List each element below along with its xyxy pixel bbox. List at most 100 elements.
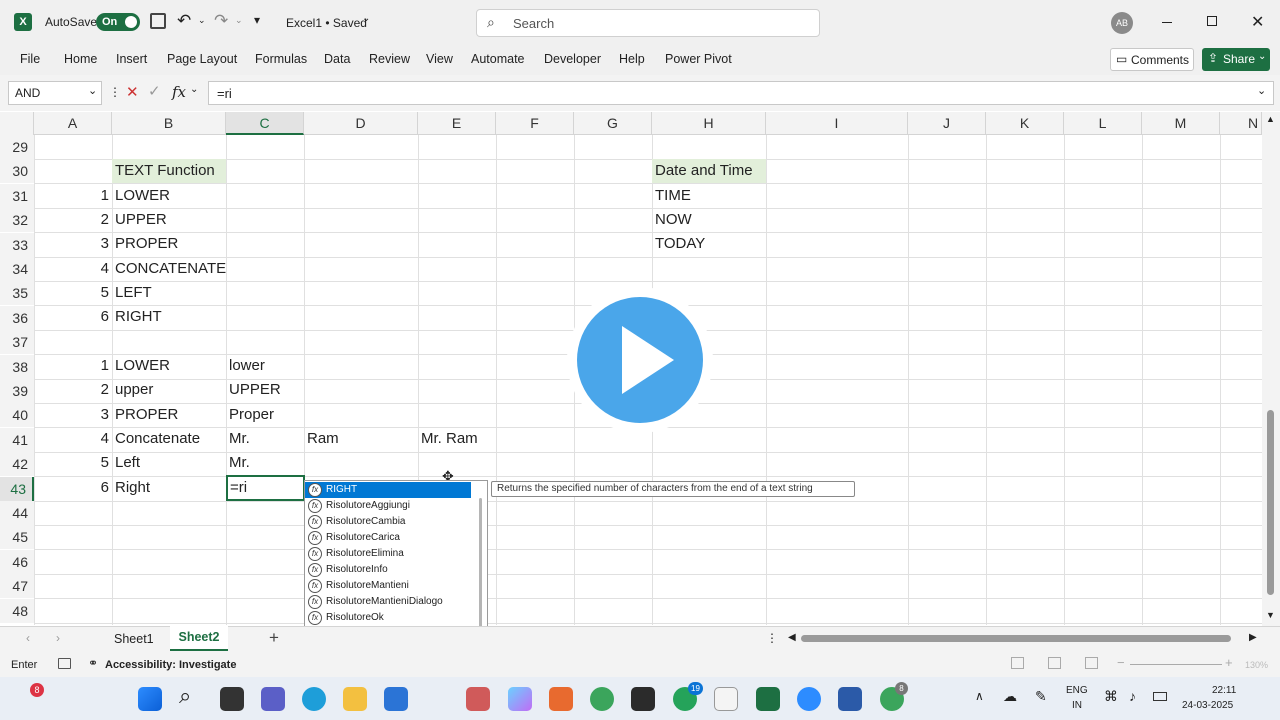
menu-insert[interactable]: Insert: [116, 52, 147, 66]
minimize-icon[interactable]: [1162, 22, 1172, 23]
autocomplete-item[interactable]: fx RisolutoreOk: [305, 610, 471, 626]
mail-icon[interactable]: [384, 687, 408, 711]
word-icon[interactable]: [838, 687, 862, 711]
cell-a31[interactable]: 1: [34, 184, 109, 208]
add-sheet-button[interactable]: +: [269, 628, 279, 648]
scroll-right-icon[interactable]: ▶: [1249, 632, 1257, 643]
cell-b38[interactable]: LOWER: [115, 354, 170, 378]
active-cell-c43[interactable]: =ri: [226, 475, 305, 501]
autocomplete-scrollbar[interactable]: [479, 498, 482, 633]
cell-a43[interactable]: 6: [34, 476, 109, 500]
next-sheet-icon[interactable]: ›: [56, 631, 60, 645]
cell-a38[interactable]: 1: [34, 354, 109, 378]
cell-b33[interactable]: PROPER: [115, 232, 178, 256]
restore-icon[interactable]: [1207, 16, 1217, 26]
fx-dropdown-icon[interactable]: ⌄: [190, 84, 198, 95]
cell-h33[interactable]: TODAY: [655, 232, 705, 256]
confirm-entry-icon[interactable]: ✓: [148, 82, 161, 100]
menu-formulas[interactable]: Formulas: [255, 52, 307, 66]
vertical-scroll-thumb[interactable]: [1267, 410, 1274, 595]
scroll-up-icon[interactable]: ▲: [1266, 114, 1275, 124]
column-header-e[interactable]: E: [418, 112, 496, 135]
search-box[interactable]: ⌕ Search: [476, 9, 820, 37]
expand-formula-icon[interactable]: ⌄: [1257, 84, 1266, 97]
clock-time[interactable]: 22:11: [1212, 685, 1236, 696]
scroll-left-icon[interactable]: ◀: [788, 632, 796, 643]
column-header-h[interactable]: H: [652, 112, 766, 135]
menu-developer[interactable]: Developer: [544, 52, 601, 66]
cell-b34[interactable]: CONCATENATE: [115, 257, 226, 281]
pen-icon[interactable]: ✎: [1035, 688, 1047, 705]
menu-data[interactable]: Data: [324, 52, 350, 66]
close-icon[interactable]: ✕: [1251, 12, 1264, 32]
volume-icon[interactable]: ♪: [1129, 688, 1136, 704]
autocomplete-item[interactable]: fx RisolutoreCarica: [305, 530, 471, 546]
accessibility-status[interactable]: Accessibility: Investigate: [105, 659, 236, 671]
row-header-47[interactable]: 47: [0, 574, 34, 598]
paint-icon[interactable]: [714, 687, 738, 711]
cell-e41[interactable]: Mr. Ram: [421, 427, 478, 451]
row-header-46[interactable]: 46: [0, 550, 34, 574]
row-header-42[interactable]: 42: [0, 452, 34, 476]
cell-h30[interactable]: Date and Time: [652, 159, 766, 183]
document-title[interactable]: Excel1 • Saved: [286, 16, 367, 30]
cell-b39[interactable]: upper: [115, 378, 153, 402]
autocomplete-item[interactable]: fx RisolutoreMantieni: [305, 578, 471, 594]
terminal-icon[interactable]: [631, 687, 655, 711]
save-icon[interactable]: [150, 13, 166, 29]
title-dropdown-icon[interactable]: ⌄: [362, 13, 370, 24]
cell-a39[interactable]: 2: [34, 378, 109, 402]
formula-input[interactable]: =ri: [208, 81, 1274, 105]
cell-b31[interactable]: LOWER: [115, 184, 170, 208]
clock-date[interactable]: 24-03-2025: [1182, 700, 1233, 711]
row-header-45[interactable]: 45: [0, 525, 34, 549]
prev-sheet-icon[interactable]: ‹: [26, 631, 30, 645]
cell-a41[interactable]: 4: [34, 427, 109, 451]
cell-c41[interactable]: Mr.: [229, 427, 250, 451]
cell-h32[interactable]: NOW: [655, 208, 692, 232]
macro-record-icon[interactable]: [58, 658, 71, 669]
cell-c38[interactable]: lower: [229, 354, 265, 378]
row-header-36[interactable]: 36: [0, 306, 34, 330]
cell-a34[interactable]: 4: [34, 257, 109, 281]
row-header-44[interactable]: 44: [0, 501, 34, 525]
column-header-l[interactable]: L: [1064, 112, 1142, 135]
cell-a42[interactable]: 5: [34, 451, 109, 475]
taskbar-search-icon[interactable]: ⌕: [179, 683, 191, 709]
autocomplete-item[interactable]: fx RisolutoreAggiungi: [305, 498, 471, 514]
insert-function-icon[interactable]: fx: [172, 83, 186, 101]
row-header-43[interactable]: 43: [0, 477, 34, 501]
tab-split-icon[interactable]: ⋮: [766, 631, 778, 645]
cell-a32[interactable]: 2: [34, 208, 109, 232]
column-header-n[interactable]: N: [1220, 112, 1262, 135]
more-options-icon[interactable]: ⋮: [109, 85, 121, 99]
tray-expand-icon[interactable]: ∧: [975, 689, 984, 703]
autocomplete-item[interactable]: fx RisolutoreInfo: [305, 562, 471, 578]
windows-start-icon[interactable]: [138, 687, 162, 711]
menu-home[interactable]: Home: [64, 52, 97, 66]
name-box-dropdown-icon[interactable]: ⌄: [88, 84, 97, 97]
scroll-down-icon[interactable]: ▼: [1266, 610, 1275, 620]
cell-a40[interactable]: 3: [34, 403, 109, 427]
widgets-badge[interactable]: 8: [30, 683, 44, 697]
file-explorer-icon[interactable]: [343, 687, 367, 711]
select-all-corner[interactable]: [0, 112, 34, 135]
undo-dropdown-icon[interactable]: ⌄: [198, 15, 206, 26]
sheet-tab-sheet1[interactable]: Sheet1: [114, 632, 154, 646]
column-header-b[interactable]: B: [112, 112, 226, 135]
row-header-35[interactable]: 35: [0, 281, 34, 305]
language-label[interactable]: ENG: [1066, 685, 1088, 696]
row-header-48[interactable]: 48: [0, 599, 34, 623]
menu-review[interactable]: Review: [369, 52, 410, 66]
menu-view[interactable]: View: [426, 52, 453, 66]
share-button[interactable]: ⇪ Share ⌄: [1202, 48, 1270, 71]
task-view-icon[interactable]: [220, 687, 244, 711]
menu-file[interactable]: File: [20, 52, 40, 66]
menu-help[interactable]: Help: [619, 52, 645, 66]
customize-toolbar-icon[interactable]: ▾: [254, 13, 260, 27]
chrome-icon[interactable]: [590, 687, 614, 711]
row-header-32[interactable]: 32: [0, 208, 34, 232]
row-header-31[interactable]: 31: [0, 184, 34, 208]
menu-page-layout[interactable]: Page Layout: [167, 52, 237, 66]
redo-dropdown-icon[interactable]: ⌄: [235, 15, 243, 26]
